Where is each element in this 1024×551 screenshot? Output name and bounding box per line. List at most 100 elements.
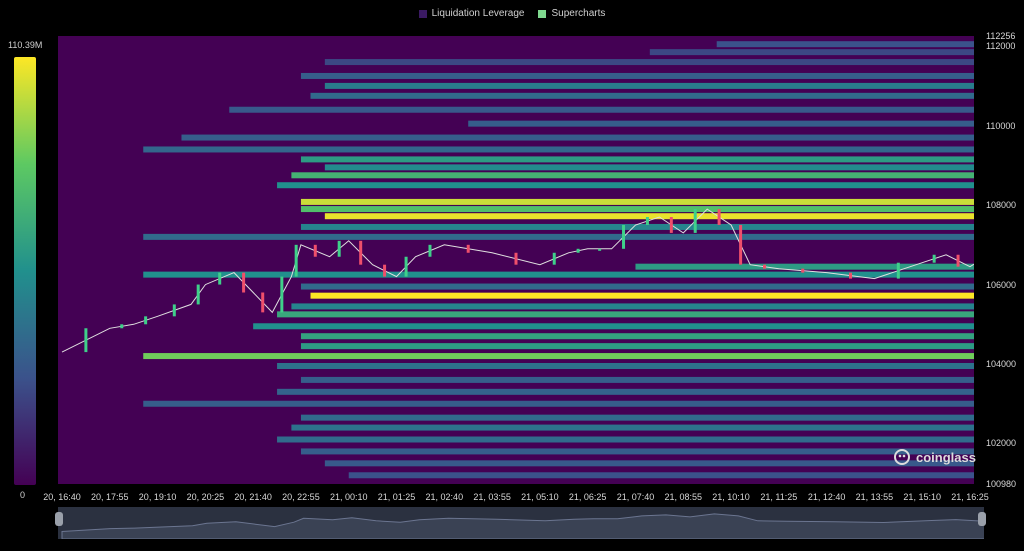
liquidation-band-16: [324, 213, 974, 220]
liquidation-band-33: [300, 414, 974, 421]
liquidation-band-6: [229, 106, 974, 113]
navigator-right-handle[interactable]: [978, 512, 986, 526]
navigator-left-handle[interactable]: [55, 512, 63, 526]
x-tick-5: 20, 22:55: [282, 492, 320, 502]
candle-13: [359, 240, 363, 265]
candle-31: [896, 262, 900, 279]
candle-15: [404, 256, 408, 277]
y-tick-7: 100980: [986, 479, 1017, 489]
candle-24: [669, 217, 673, 233]
liquidation-band-24: [277, 311, 974, 318]
y-tick-0: 112256: [986, 31, 1016, 41]
x-tick-11: 21, 06:25: [568, 492, 607, 502]
candle-32: [932, 254, 936, 263]
liquidation-band-31: [277, 388, 974, 395]
candle-33: [956, 254, 960, 267]
x-tick-4: 20, 21:40: [234, 492, 272, 502]
x-tick-6: 21, 00:10: [329, 492, 368, 502]
liquidation-band-22: [310, 292, 974, 299]
liquidation-band-26: [300, 333, 974, 340]
watermark-text: coinglass: [916, 449, 976, 465]
candle-7: [242, 272, 246, 293]
x-tick-18: 21, 15:10: [903, 492, 941, 502]
liquidation-band-5: [310, 92, 974, 99]
x-tick-14: 21, 10:10: [712, 492, 750, 502]
legend-label-supercharts: Supercharts: [551, 8, 606, 19]
liquidation-band-1: [649, 49, 974, 56]
x-tick-0: 20, 16:40: [43, 492, 81, 502]
liquidation-band-23: [291, 303, 974, 310]
legend-label-liquidation: Liquidation Leverage: [431, 8, 525, 19]
liquidation-band-28: [143, 353, 974, 360]
x-tick-10: 21, 05:10: [521, 492, 559, 502]
liquidation-band-32: [143, 400, 974, 407]
y-tick-2: 110000: [986, 120, 1016, 131]
liquidation-band-11: [324, 164, 974, 171]
legend-item-liquidation-leverage[interactable]: Liquidation Leverage: [418, 8, 525, 19]
x-tick-7: 21, 01:25: [377, 492, 416, 502]
candle-20: [576, 248, 580, 253]
candle-6: [218, 272, 222, 285]
candle-3: [144, 316, 148, 325]
x-tick-2: 20, 19:10: [138, 492, 177, 502]
x-tick-12: 21, 07:40: [616, 492, 655, 502]
liquidation-band-12: [291, 172, 974, 179]
candle-25: [693, 209, 697, 233]
liquidation-band-34: [291, 424, 974, 431]
liquidation-band-37: [324, 460, 974, 467]
candle-19: [552, 252, 556, 265]
candle-30: [849, 272, 853, 279]
candle-10: [294, 244, 298, 277]
colorbar: [14, 57, 36, 485]
liquidation-band-29: [277, 363, 974, 370]
candle-22: [622, 224, 626, 249]
liquidation-band-18: [143, 233, 974, 240]
x-tick-1: 20, 17:55: [91, 492, 129, 502]
candle-14: [383, 264, 387, 277]
x-tick-15: 21, 11:25: [760, 492, 798, 502]
liquidation-band-27: [300, 343, 974, 350]
liquidation-band-13: [277, 182, 974, 189]
liquidation-band-7: [468, 120, 974, 127]
liquidation-band-0: [716, 41, 974, 48]
y-tick-4: 106000: [986, 279, 1017, 290]
candle-8: [261, 292, 265, 313]
candle-26: [717, 209, 721, 225]
navigator-overview: [61, 513, 1000, 540]
liquidation-band-30: [300, 376, 974, 383]
liquidation-band-21: [300, 283, 974, 290]
x-tick-3: 20, 20:25: [186, 492, 225, 502]
liquidation-band-4: [324, 82, 974, 89]
legend-swatch-liquidation: [418, 9, 427, 18]
legend-item-supercharts[interactable]: Supercharts: [538, 8, 605, 19]
liquidation-band-8: [181, 134, 974, 141]
legend: Liquidation Leverage Supercharts: [0, 8, 1024, 19]
candle-2: [120, 324, 124, 329]
liquidation-band-2: [324, 59, 974, 66]
y-tick-6: 102000: [986, 438, 1017, 449]
candle-16: [428, 244, 432, 257]
colorbar-max-label: 110.39M: [8, 40, 43, 50]
liquidation-band-3: [300, 72, 974, 79]
liquidation-heatmap[interactable]: [58, 36, 974, 484]
candle-21: [598, 248, 602, 251]
range-navigator[interactable]: [58, 507, 1000, 540]
candle-11: [313, 244, 317, 257]
y-tick-1: 112000: [986, 41, 1016, 52]
candle-12: [337, 240, 341, 257]
liquidation-band-10: [300, 156, 974, 163]
liquidation-band-38: [348, 472, 974, 479]
candle-1: [84, 328, 88, 353]
candle-17: [466, 244, 470, 253]
liquidation-band-19: [635, 263, 974, 270]
candle-29: [801, 268, 805, 273]
candle-9: [280, 276, 284, 313]
colorbar-min-label: 0: [20, 490, 26, 500]
candle-28: [763, 264, 767, 269]
x-tick-9: 21, 03:55: [473, 492, 511, 502]
x-tick-13: 21, 08:55: [664, 492, 703, 502]
x-tick-16: 21, 12:40: [807, 492, 846, 502]
y-tick-3: 108000: [986, 200, 1017, 211]
legend-swatch-supercharts: [538, 9, 547, 18]
x-tick-8: 21, 02:40: [425, 492, 464, 502]
